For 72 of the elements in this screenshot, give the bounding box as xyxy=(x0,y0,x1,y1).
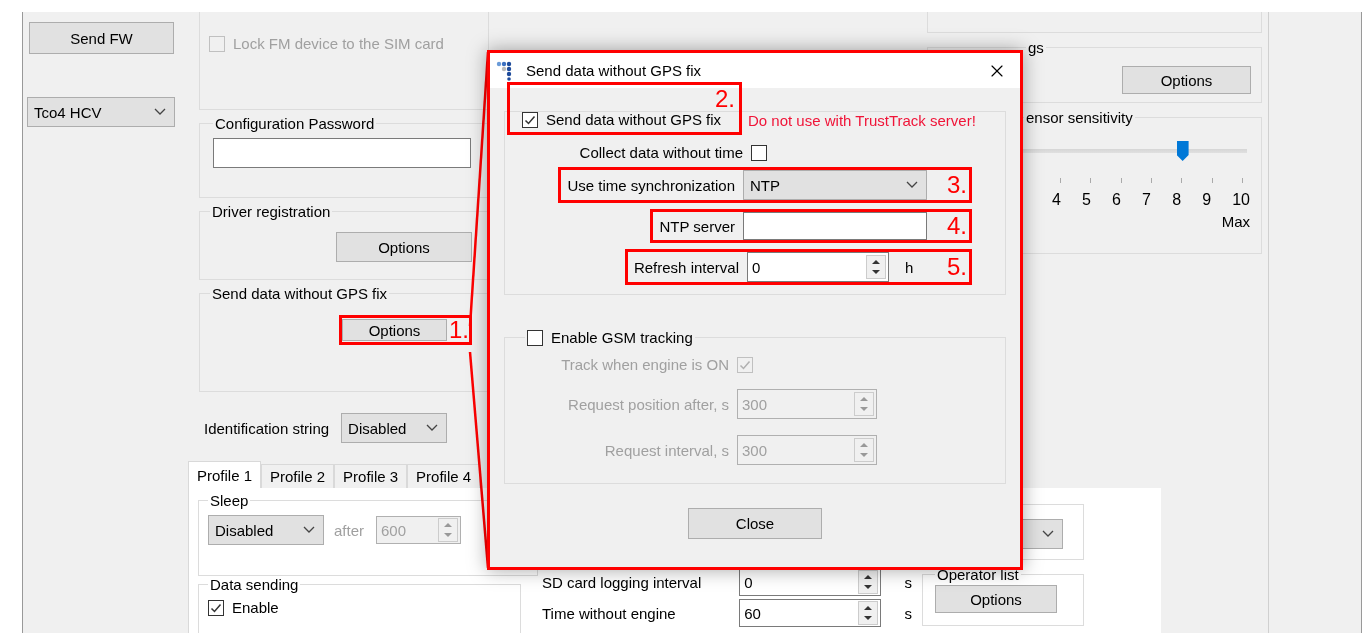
warning-text: Do not use with TrustTrack server! xyxy=(748,112,976,129)
checkbox-label: Enable xyxy=(232,599,279,616)
checkbox-label: Lock FM device to the SIM card xyxy=(233,35,444,52)
scale-label: 10 xyxy=(1232,191,1250,209)
scale-label: 4 xyxy=(1052,191,1061,209)
step-number: 3. xyxy=(947,173,967,197)
scale-label: 6 xyxy=(1112,191,1121,209)
group-title: Send data without GPS fix xyxy=(211,285,389,302)
unit-label: s xyxy=(904,604,912,622)
group-title: Driver registration xyxy=(211,203,332,220)
field-label: Request position after, s xyxy=(568,395,729,413)
scale-label: 9 xyxy=(1202,191,1212,209)
scale-label: Max xyxy=(1221,213,1250,230)
caret-icon xyxy=(303,526,315,534)
spin-arrows-icon[interactable] xyxy=(857,601,878,625)
field-label: NTP server xyxy=(659,217,735,235)
options-button[interactable]: Options xyxy=(342,319,447,341)
caret-icon xyxy=(1042,530,1054,538)
step-number: 4. xyxy=(947,214,967,238)
checkbox[interactable] xyxy=(208,599,224,616)
scale-label: 7 xyxy=(1142,191,1151,209)
identification-select[interactable]: Disabled xyxy=(341,413,448,443)
dialog-title: Send data without GPS fix xyxy=(526,62,702,79)
sleep-select[interactable]: Disabled xyxy=(208,515,324,545)
step-number: 2. xyxy=(715,87,735,111)
input-field[interactable] xyxy=(743,212,927,240)
caret-icon xyxy=(906,181,918,189)
field-label: SD card logging interval xyxy=(542,573,703,591)
profile-tab[interactable]: Profile 2 xyxy=(261,464,335,488)
number-field[interactable]: 0 xyxy=(739,568,881,596)
group-title: ensor sensitivity xyxy=(1025,109,1134,126)
unit-label: h xyxy=(905,258,915,276)
close-button[interactable]: Close xyxy=(688,508,822,539)
group-title: gs xyxy=(1027,39,1045,56)
caret-icon xyxy=(426,424,439,432)
checkbox-label: Enable GSM tracking xyxy=(551,329,693,346)
step-number: 5. xyxy=(947,255,967,279)
options-button[interactable]: Options xyxy=(935,585,1057,613)
profile-tab[interactable]: Profile 1 xyxy=(188,461,262,488)
checkbox[interactable] xyxy=(527,329,543,346)
checkbox[interactable] xyxy=(751,144,767,161)
spin-arrows-icon[interactable] xyxy=(866,255,886,279)
device-select[interactable]: Tco4 HCV xyxy=(27,97,175,127)
field-label: Use time synchronization xyxy=(567,176,735,194)
profile-tab[interactable]: Profile 3 xyxy=(334,464,408,488)
group-title: Operator list xyxy=(936,566,1020,583)
caret-icon xyxy=(154,108,166,116)
password-field[interactable] xyxy=(213,138,471,168)
number-field[interactable]: 0 xyxy=(747,252,889,282)
field-label: Time without engine xyxy=(542,604,677,622)
field-label: Request interval, s xyxy=(604,441,729,459)
field-label: Identification string xyxy=(204,419,330,437)
slider-thumb[interactable] xyxy=(1176,141,1189,161)
group-title: Data sending xyxy=(209,576,300,593)
field-label: Collect data without time xyxy=(579,144,743,161)
scale-label: 8 xyxy=(1172,191,1182,209)
unit-label: s xyxy=(904,573,912,591)
options-button[interactable]: Options xyxy=(1122,66,1251,94)
options-button[interactable]: Options xyxy=(336,232,472,262)
group-title: Configuration Password xyxy=(214,115,376,132)
sync-select[interactable]: NTP xyxy=(743,170,927,200)
checkbox-label: Send data without GPS fix xyxy=(546,111,722,128)
scale-label: 5 xyxy=(1082,191,1091,209)
step-number: 1. xyxy=(449,318,469,342)
field-label: Track when engine is ON xyxy=(561,356,729,373)
profile-tab[interactable]: Profile 4 xyxy=(407,464,481,488)
field-label: after xyxy=(334,521,364,539)
spin-arrows-icon[interactable] xyxy=(857,570,878,594)
group-title: Sleep xyxy=(209,492,250,509)
field-label: Refresh interval xyxy=(633,258,739,276)
send-fw-button[interactable]: Send FW xyxy=(29,22,174,54)
number-field[interactable]: 60 xyxy=(739,599,881,627)
